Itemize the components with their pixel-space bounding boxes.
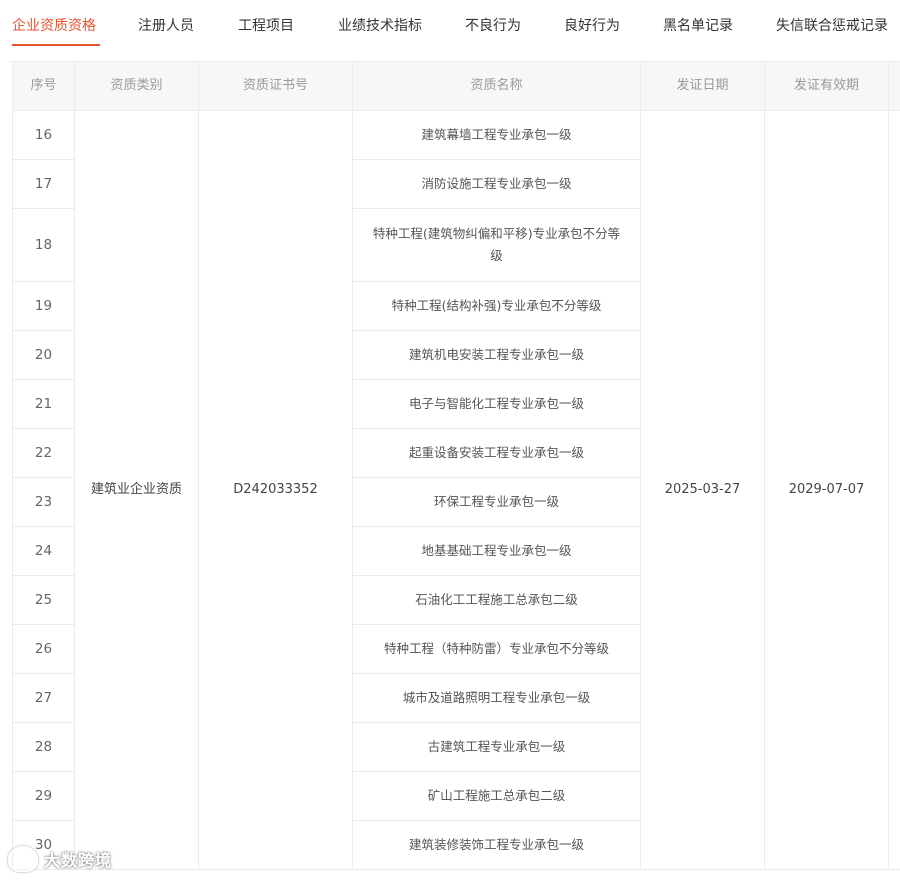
qualification-name: 起重设备安装工程专业承包一级 — [352, 428, 641, 478]
certificate-number: D242033352 — [198, 110, 353, 870]
valid-until: 2029-07-07 — [764, 110, 889, 870]
issue-date: 2025-03-27 — [640, 110, 765, 870]
qualification-table: 序号 资质类别 资质证书号 资质名称 发证日期 发证有效期 16 建筑业企业资质… — [12, 61, 900, 870]
tab-enterprise-qualification[interactable]: 企业资质资格 — [12, 16, 96, 36]
qualification-name: 建筑装修装饰工程专业承包一级 — [352, 820, 641, 870]
row-index: 16 — [12, 110, 75, 160]
row-index: 19 — [12, 281, 75, 331]
qualification-name: 特种工程（特种防雷）专业承包不分等级 — [352, 624, 641, 674]
row-index: 24 — [12, 526, 75, 576]
watermark-logo-icon — [8, 846, 38, 872]
watermark: 大数跨境 — [8, 846, 112, 872]
tab-bad-behavior[interactable]: 不良行为 — [465, 16, 521, 36]
qualification-name: 古建筑工程专业承包一级 — [352, 722, 641, 772]
qualification-name: 消防设施工程专业承包一级 — [352, 159, 641, 209]
row-index: 27 — [12, 673, 75, 723]
tab-dishonesty-records[interactable]: 失信联合惩戒记录 — [776, 16, 888, 36]
qualification-name: 建筑幕墙工程专业承包一级 — [352, 110, 641, 160]
watermark-text: 大数跨境 — [44, 851, 113, 870]
header-extra — [888, 61, 900, 111]
qualification-name: 电子与智能化工程专业承包一级 — [352, 379, 641, 429]
tab-registered-personnel[interactable]: 注册人员 — [138, 16, 194, 36]
row-index: 17 — [12, 159, 75, 209]
row-index: 22 — [12, 428, 75, 478]
row-index: 29 — [12, 771, 75, 821]
extra-column — [888, 110, 900, 870]
qualification-name: 城市及道路照明工程专业承包一级 — [352, 673, 641, 723]
tab-bar: 企业资质资格 注册人员 工程项目 业绩技术指标 不良行为 良好行为 黑名单记录 … — [0, 0, 900, 52]
row-index: 28 — [12, 722, 75, 772]
row-index: 23 — [12, 477, 75, 527]
tab-blacklist-records[interactable]: 黑名单记录 — [663, 16, 733, 36]
tab-good-behavior[interactable]: 良好行为 — [564, 16, 620, 36]
table-header-row: 序号 资质类别 资质证书号 资质名称 发证日期 发证有效期 — [12, 61, 900, 111]
qualification-table-container: 序号 资质类别 资质证书号 资质名称 发证日期 发证有效期 16 建筑业企业资质… — [12, 61, 900, 880]
header-category: 资质类别 — [74, 61, 199, 111]
tab-performance-indicators[interactable]: 业绩技术指标 — [338, 16, 422, 36]
qualification-category: 建筑业企业资质 — [74, 110, 199, 870]
row-index: 25 — [12, 575, 75, 625]
header-cert-no: 资质证书号 — [198, 61, 353, 111]
header-valid-until: 发证有效期 — [764, 61, 889, 111]
row-index: 18 — [12, 208, 75, 282]
qualification-name: 环保工程专业承包一级 — [352, 477, 641, 527]
tab-engineering-projects[interactable]: 工程项目 — [238, 16, 294, 36]
qualification-name: 建筑机电安装工程专业承包一级 — [352, 330, 641, 380]
qualification-name: 特种工程(结构补强)专业承包不分等级 — [352, 281, 641, 331]
qualification-name: 地基基础工程专业承包一级 — [352, 526, 641, 576]
row-index: 21 — [12, 379, 75, 429]
header-name: 资质名称 — [352, 61, 641, 111]
qualification-name: 石油化工工程施工总承包二级 — [352, 575, 641, 625]
active-tab-indicator — [12, 44, 100, 46]
header-issue-date: 发证日期 — [640, 61, 765, 111]
row-index: 20 — [12, 330, 75, 380]
header-index: 序号 — [12, 61, 75, 111]
table-row: 16 建筑业企业资质 D242033352 建筑幕墙工程专业承包一级 2025-… — [12, 110, 900, 870]
qualification-name: 矿山工程施工总承包二级 — [352, 771, 641, 821]
row-index: 26 — [12, 624, 75, 674]
qualification-name: 特种工程(建筑物纠偏和平移)专业承包不分等级 — [352, 208, 641, 282]
